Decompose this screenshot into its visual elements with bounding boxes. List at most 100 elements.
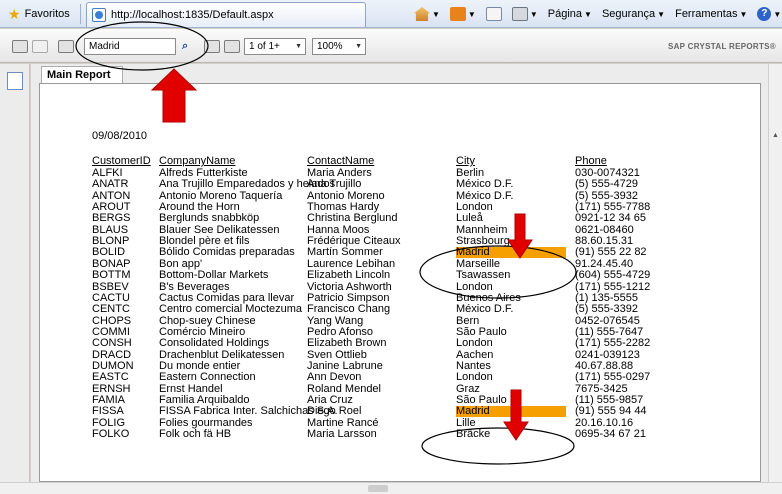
- cell-contact-name: Patricio Simpson: [307, 291, 390, 304]
- cell-city: Mannheim: [456, 223, 508, 236]
- cell-company-name: Folies gourmandes: [159, 416, 253, 429]
- star-icon: ★: [8, 6, 21, 22]
- cell-contact-name: Antonio Moreno: [307, 189, 385, 202]
- header-customer-id: CustomerID: [92, 155, 151, 167]
- security-menu[interactable]: Segurança ▼: [600, 8, 667, 20]
- zoom-selector[interactable]: 100% ▼: [312, 38, 366, 55]
- zoom-value: 100%: [317, 41, 343, 52]
- header-phone: Phone: [575, 155, 607, 167]
- cell-phone: 91.24.45.40: [575, 257, 634, 270]
- cell-company-name: Folk och fä HB: [159, 428, 232, 441]
- cell-city: Strasbourg: [456, 235, 510, 248]
- cell-phone: (171) 555-7788: [575, 201, 651, 214]
- chevron-down-icon: ▼: [657, 9, 666, 19]
- chevron-down-icon: ▼: [295, 43, 302, 50]
- browser-tab[interactable]: http://localhost:1835/Default.aspx: [86, 2, 366, 27]
- cell-company-name: Bon app': [159, 257, 203, 270]
- cell-customer-id: FOLIG: [92, 416, 126, 429]
- page-selector[interactable]: 1 of 1+ ▼: [244, 38, 306, 55]
- binoculars-icon[interactable]: ⌕: [182, 40, 198, 53]
- cell-company-name: Cactus Comidas para llevar: [159, 291, 295, 304]
- cell-phone: (11) 555-7647: [575, 325, 644, 338]
- cell-contact-name: Ana Trujillo: [307, 178, 362, 191]
- tools-menu-label: Ferramentas: [675, 8, 738, 20]
- cell-city: London: [456, 280, 493, 293]
- header-company-name: CompanyName: [159, 155, 236, 167]
- cell-contact-name: Ann Devon: [307, 371, 362, 384]
- export-icon[interactable]: [32, 40, 48, 53]
- cell-company-name: Eastern Connection: [159, 371, 256, 384]
- tools-menu[interactable]: Ferramentas ▼: [673, 8, 749, 20]
- search-input[interactable]: [84, 38, 176, 55]
- cell-customer-id: DRACD: [92, 348, 132, 361]
- scroll-thumb[interactable]: [368, 485, 388, 492]
- cell-company-name: Blondel père et fils: [159, 235, 250, 248]
- horizontal-scrollbar[interactable]: [0, 482, 782, 494]
- cell-phone: 0695-34 67 21: [575, 428, 646, 441]
- cell-company-name: Centro comercial Moctezuma: [159, 303, 303, 316]
- cell-city: Nantes: [456, 359, 491, 372]
- cell-contact-name: Martine Rancé: [307, 416, 379, 429]
- browser-command-bar: ★ Favoritos http://localhost:1835/Defaul…: [0, 0, 782, 28]
- cell-city: London: [456, 201, 493, 214]
- scroll-up-icon[interactable]: ▲: [772, 132, 779, 139]
- help-button[interactable]: ? ▼: [755, 7, 782, 21]
- cell-phone: 0452-076545: [575, 314, 640, 327]
- cell-contact-name: Sven Ottlieb: [307, 348, 367, 361]
- cell-phone: (171) 555-1212: [575, 280, 651, 293]
- cell-city: Madrid: [456, 406, 566, 418]
- toggle-group-tree-icon[interactable]: [58, 40, 74, 53]
- report-date: 09/08/2010: [92, 130, 148, 142]
- favorites-button[interactable]: ★ Favoritos: [8, 5, 70, 23]
- home-button[interactable]: ▼: [412, 7, 442, 21]
- tab-main-report[interactable]: Main Report: [41, 66, 123, 83]
- cell-phone: 40.67.88.88: [575, 359, 634, 372]
- previous-page-icon[interactable]: [224, 40, 240, 53]
- chevron-down-icon: ▼: [739, 9, 748, 19]
- cell-phone: 030-0074321: [575, 167, 640, 179]
- mail-icon: [485, 7, 502, 21]
- first-page-icon[interactable]: [204, 40, 220, 53]
- cell-customer-id: FOLKO: [92, 428, 130, 441]
- cell-contact-name: Pedro Afonso: [307, 325, 374, 338]
- chevron-down-icon: ▼: [355, 43, 362, 50]
- cell-contact-name: Yang Wang: [307, 314, 364, 327]
- help-icon: ?: [757, 7, 772, 21]
- cell-customer-id: BOLID: [92, 246, 126, 259]
- cell-customer-id: CHOPS: [92, 314, 132, 327]
- cell-city: Berlin: [456, 167, 485, 179]
- cell-company-name: Ernst Handel: [159, 382, 223, 395]
- cell-customer-id: BONAP: [92, 257, 131, 270]
- cell-phone: (1) 135-5555: [575, 291, 638, 304]
- cell-customer-id: BSBEV: [92, 280, 129, 293]
- cell-contact-name: Maria Larsson: [307, 428, 377, 441]
- group-tree-icon[interactable]: [7, 72, 23, 90]
- cell-contact-name: Frédérique Citeaux: [307, 235, 401, 248]
- cell-customer-id: CENTC: [92, 303, 130, 316]
- print-button[interactable]: ▼: [510, 7, 540, 21]
- page-menu-label: Página: [547, 8, 583, 20]
- page-menu[interactable]: Página ▼: [546, 8, 594, 20]
- cell-customer-id: BLAUS: [92, 223, 129, 236]
- cell-city: Buenos Aires: [456, 291, 521, 304]
- browser-tools: ▼ ▼ ▼ Página ▼ Segurança ▼ Ferramentas ▼ ? ▼: [412, 4, 782, 24]
- chevron-down-icon: ▼: [584, 9, 592, 19]
- cell-contact-name: Victoria Ashworth: [307, 280, 392, 293]
- cell-customer-id: ERNSH: [92, 382, 131, 395]
- cell-customer-id: BOTTM: [92, 269, 131, 282]
- cell-city: Madrid: [456, 247, 566, 259]
- cell-phone: 0241-039123: [575, 348, 640, 361]
- cell-city: Tsawassen: [456, 269, 511, 282]
- cell-company-name: Blauer See Delikatessen: [159, 223, 280, 236]
- cell-customer-id: DUMON: [92, 359, 134, 372]
- print-icon[interactable]: [12, 40, 28, 53]
- mail-button[interactable]: [484, 7, 504, 21]
- chevron-down-icon: ▼: [432, 9, 440, 19]
- cell-contact-name: Martín Sommer: [307, 246, 383, 259]
- cell-customer-id: BERGS: [92, 212, 131, 225]
- home-icon: [414, 7, 430, 21]
- vertical-scrollbar[interactable]: ▲: [768, 64, 782, 482]
- feeds-button[interactable]: ▼: [448, 7, 478, 21]
- sap-crystal-brand: SAP CRYSTAL REPORTS®: [667, 42, 776, 51]
- printer-icon: [511, 7, 528, 21]
